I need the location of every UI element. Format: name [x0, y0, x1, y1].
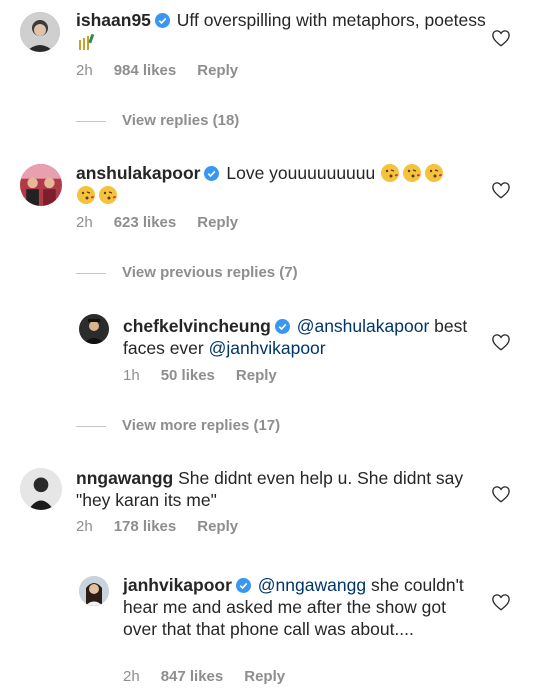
comment-time: 2h	[76, 214, 93, 231]
likes-count[interactable]: 50 likes	[161, 367, 215, 384]
cricket-bat-emoji-icon	[76, 32, 96, 52]
mention-link[interactable]: @anshulakapoor	[297, 316, 430, 336]
verified-badge-icon	[204, 166, 220, 181]
divider-line	[76, 272, 106, 274]
avatar[interactable]	[79, 576, 109, 606]
likes-count[interactable]: 178 likes	[114, 518, 177, 535]
comment-username[interactable]: janhvikapoor	[123, 575, 232, 595]
comment-text: ishaan95 Uff overspilling with metaphors…	[76, 9, 486, 53]
like-heart-icon[interactable]	[491, 333, 511, 351]
mention-link[interactable]: @nngawangg	[258, 575, 366, 595]
comment-text: anshulakapoor Love youuuuuuuuu	[76, 162, 486, 206]
comment-time: 2h	[76, 62, 93, 79]
avatar[interactable]	[20, 12, 60, 52]
kissing-face-emoji-icon	[76, 185, 96, 205]
comment-meta: 2h 847 likes Reply	[123, 668, 306, 686]
comment-meta: 2h 984 likes Reply	[76, 62, 259, 80]
comment-text: chefkelvincheung @anshulakapoor best fac…	[123, 315, 473, 359]
reply-button[interactable]: Reply	[197, 214, 238, 231]
comment-body: Uff overspilling with metaphors, poetess	[176, 10, 486, 30]
verified-badge-icon	[154, 13, 170, 28]
avatar[interactable]	[20, 468, 62, 510]
kissing-face-emoji-icon	[380, 163, 400, 183]
like-heart-icon[interactable]	[491, 29, 511, 47]
avatar[interactable]	[79, 314, 109, 344]
kissing-face-emoji-icon	[98, 185, 118, 205]
likes-count[interactable]: 984 likes	[114, 62, 177, 79]
reply-button[interactable]: Reply	[197, 62, 238, 79]
comment-meta: 2h 623 likes Reply	[76, 214, 259, 232]
divider-line	[76, 425, 106, 427]
likes-count[interactable]: 847 likes	[161, 668, 224, 685]
comment-time: 2h	[123, 668, 140, 685]
likes-count[interactable]: 623 likes	[114, 214, 177, 231]
like-heart-icon[interactable]	[491, 593, 511, 611]
verified-badge-icon	[235, 578, 251, 593]
comment-username[interactable]: nngawangg	[76, 468, 173, 488]
kissing-face-emoji-icon	[402, 163, 422, 183]
reply-button[interactable]: Reply	[244, 668, 285, 685]
comment-time: 2h	[76, 518, 93, 535]
comment-username[interactable]: anshulakapoor	[76, 163, 200, 183]
comment-username[interactable]: chefkelvincheung	[123, 316, 271, 336]
reply-button[interactable]: Reply	[236, 367, 277, 384]
comment-time: 1h	[123, 367, 140, 384]
like-heart-icon[interactable]	[491, 181, 511, 199]
like-heart-icon[interactable]	[491, 485, 511, 503]
view-replies-button[interactable]: View replies (18)	[76, 112, 239, 130]
kissing-face-emoji-icon	[424, 163, 444, 183]
view-previous-replies-button[interactable]: View previous replies (7)	[76, 264, 298, 282]
comment-text: janhvikapoor @nngawangg she couldn't hea…	[123, 574, 473, 640]
verified-badge-icon	[274, 319, 290, 334]
view-more-replies-button[interactable]: View more replies (17)	[76, 417, 280, 435]
reply-button[interactable]: Reply	[197, 518, 238, 535]
comment-meta: 2h 178 likes Reply	[76, 518, 259, 536]
comment-body: Love youuuuuuuuu	[226, 163, 376, 183]
comment-username[interactable]: ishaan95	[76, 10, 151, 30]
divider-line	[76, 120, 106, 122]
comment-text: nngawangg She didnt even help u. She did…	[76, 467, 476, 511]
comment-meta: 1h 50 likes Reply	[123, 367, 298, 385]
avatar[interactable]	[20, 164, 62, 206]
mention-link[interactable]: @janhvikapoor	[209, 338, 326, 358]
